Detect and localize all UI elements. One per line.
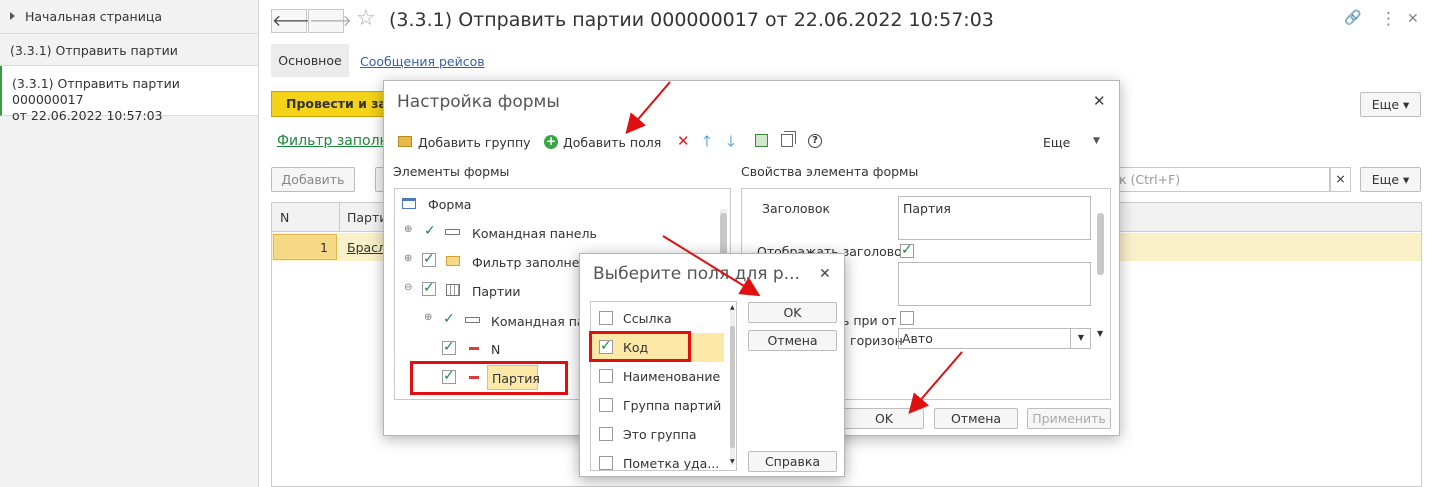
arrow <box>908 351 963 415</box>
arrow <box>662 235 761 297</box>
annotation-arrows <box>625 81 963 415</box>
arrow <box>625 81 671 135</box>
